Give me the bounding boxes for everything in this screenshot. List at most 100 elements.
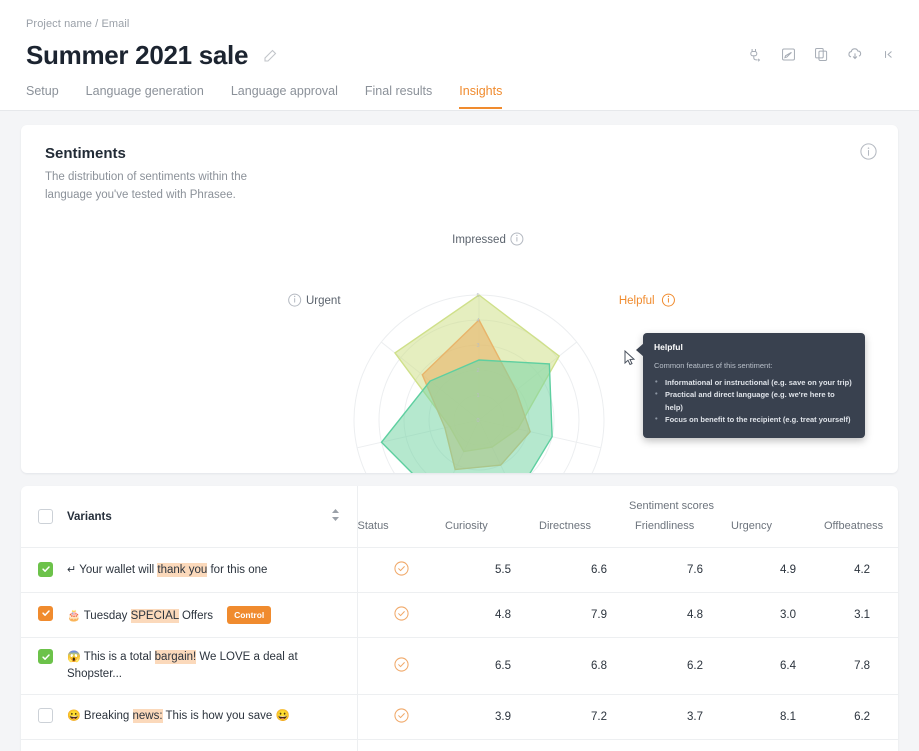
- svg-text:4: 4: [476, 318, 479, 324]
- collapse-panel-icon[interactable]: [880, 46, 897, 63]
- variant-emoji: ↵: [67, 563, 77, 576]
- variant-text: 🎂 Tuesday SPECIAL Offers Control: [67, 605, 272, 625]
- tooltip-feature-item: Informational or instructional (e.g. sav…: [654, 376, 854, 389]
- table-row[interactable]: 😀 Breaking news: This is how you save 😀 …: [21, 694, 898, 740]
- table-row[interactable]: From essentials to luxuries! Your wallet…: [21, 739, 898, 751]
- offbeatness-score: 2.7: [824, 739, 898, 751]
- variants-header-cell: Variants: [21, 486, 358, 548]
- svg-text:Impressed: Impressed: [452, 234, 506, 246]
- sort-updown-icon[interactable]: [330, 508, 341, 525]
- status-cell: [357, 694, 445, 740]
- row-checkbox[interactable]: [38, 605, 53, 621]
- tab-insights[interactable]: Insights: [459, 84, 503, 109]
- row-checkbox[interactable]: [38, 561, 53, 577]
- tooltip-feature-item: Focus on benefit to the recipient (e.g. …: [654, 413, 854, 426]
- svg-text:0: 0: [476, 418, 479, 424]
- variant-emoji: 🎂: [67, 609, 81, 622]
- header-actions: [747, 45, 897, 63]
- highlighted-phrase: SPECIAL: [130, 608, 179, 623]
- curiosity-score: 3.9: [445, 694, 539, 740]
- tooltip-title: Helpful: [654, 342, 683, 352]
- variant-emoji: 😀: [67, 710, 81, 723]
- table-row[interactable]: 🎂 Tuesday SPECIAL Offers Control 4.8 7.9 …: [21, 592, 898, 638]
- variant-text: 😀 Breaking news: This is how you save 😀: [67, 708, 290, 725]
- svg-text:2: 2: [476, 368, 479, 374]
- radar-axis-label-impressed[interactable]: Impressed: [452, 232, 524, 246]
- col-header-status[interactable]: Status: [357, 514, 445, 548]
- variant-cell: From essentials to luxuries! Your wallet…: [21, 739, 358, 751]
- radar-axis-label-urgent[interactable]: Urgent: [288, 293, 342, 307]
- col-header-urgency[interactable]: Urgency: [731, 514, 824, 548]
- col-header-offbeatness[interactable]: Offbeatness: [824, 514, 898, 548]
- tab-final-results[interactable]: Final results: [365, 84, 432, 109]
- pencil-icon[interactable]: [262, 48, 278, 64]
- table-head: Variants Sentiment scores Status Curiosi…: [21, 486, 898, 548]
- highlighted-phrase: bargain!: [154, 650, 197, 664]
- radar-axis-label-helpful[interactable]: Helpful: [619, 293, 675, 307]
- urgency-score: 3.0: [731, 592, 824, 638]
- sentiments-card: Sentiments The distribution of sentiment…: [21, 125, 898, 598]
- directness-score: 6.8: [539, 637, 635, 695]
- approved-check-icon[interactable]: [394, 657, 409, 672]
- tooltip-subtitle: Common features of this sentiment:: [654, 361, 773, 370]
- page-header: Project name / Email Summer 2021 sale Se…: [0, 0, 919, 110]
- page-title: Summer 2021 sale: [26, 40, 249, 70]
- col-header-friendliness[interactable]: Friendliness: [635, 514, 731, 548]
- integration-plug-icon[interactable]: [747, 46, 764, 63]
- select-all-checkbox[interactable]: [38, 509, 53, 524]
- svg-text:Helpful: Helpful: [619, 295, 655, 307]
- row-checkbox[interactable]: [38, 649, 53, 664]
- info-circle-icon[interactable]: [288, 293, 302, 307]
- col-header-curiosity[interactable]: Curiosity: [445, 514, 539, 548]
- variant-text-segment: Tuesday: [83, 609, 131, 622]
- variant-text-segment: Breaking: [83, 710, 133, 723]
- variant-text: ↵ Your wallet will thank you for this on…: [67, 562, 267, 579]
- variant-emoji: 😱: [67, 651, 81, 663]
- info-circle-icon[interactable]: [510, 232, 524, 246]
- directness-score: 7.2: [539, 694, 635, 740]
- offbeatness-score: 3.1: [824, 592, 898, 638]
- variant-cell: 🎂 Tuesday SPECIAL Offers Control: [21, 592, 358, 638]
- approved-check-icon[interactable]: [394, 606, 409, 621]
- tab-language-approval[interactable]: Language approval: [231, 84, 338, 109]
- svg-text:1: 1: [476, 393, 479, 399]
- table-group-header-row: Variants Sentiment scores: [21, 486, 898, 548]
- variant-text-segment: Your wallet will: [79, 563, 158, 576]
- status-cell: [357, 637, 445, 695]
- variant-text: 😱 This is a total bargain! We LOVE a dea…: [67, 649, 341, 683]
- approved-check-icon[interactable]: [394, 561, 409, 576]
- status-cell: [357, 592, 445, 638]
- table-row[interactable]: 😱 This is a total bargain! We LOVE a dea…: [21, 637, 898, 695]
- control-badge: Control: [227, 605, 272, 624]
- copy-duplicate-icon[interactable]: [813, 46, 830, 63]
- svg-text:3: 3: [476, 343, 479, 349]
- tab-setup[interactable]: Setup: [26, 84, 59, 109]
- friendliness-score: 3.7: [635, 694, 731, 740]
- col-header-directness[interactable]: Directness: [539, 514, 635, 548]
- mouse-cursor-icon: [624, 349, 636, 366]
- svg-text:5: 5: [476, 293, 479, 299]
- approved-check-icon[interactable]: [394, 708, 409, 723]
- report-edit-icon[interactable]: [780, 46, 797, 63]
- highlighted-phrase: thank you: [157, 562, 208, 577]
- highlighted-phrase: news:: [132, 709, 163, 724]
- cloud-download-icon[interactable]: [846, 45, 864, 63]
- variant-text-segment: Offers: [178, 609, 214, 622]
- variants-table-card: Variants Sentiment scores Status Curiosi…: [21, 486, 898, 751]
- row-checkbox[interactable]: [38, 708, 53, 724]
- variants-table: Variants Sentiment scores Status Curiosi…: [21, 486, 898, 751]
- variant-text-segment: for this one: [207, 563, 268, 576]
- variants-column-label: Variants: [67, 510, 112, 523]
- breadcrumb[interactable]: Project name / Email: [26, 18, 893, 30]
- directness-score: 6.6: [539, 547, 635, 593]
- curiosity-score: 4.8: [445, 592, 539, 638]
- info-circle-icon[interactable]: [661, 293, 675, 307]
- friendliness-score: 4.4: [635, 739, 731, 751]
- variant-cell: 😱 This is a total bargain! We LOVE a dea…: [21, 637, 358, 695]
- offbeatness-score: 7.8: [824, 637, 898, 695]
- table-body: ↵ Your wallet will thank you for this on…: [21, 547, 898, 751]
- variant-cell: 😀 Breaking news: This is how you save 😀: [21, 694, 358, 740]
- sentiment-scores-group-label: Sentiment scores: [629, 500, 715, 512]
- tab-language-generation[interactable]: Language generation: [86, 84, 204, 109]
- table-row[interactable]: ↵ Your wallet will thank you for this on…: [21, 547, 898, 593]
